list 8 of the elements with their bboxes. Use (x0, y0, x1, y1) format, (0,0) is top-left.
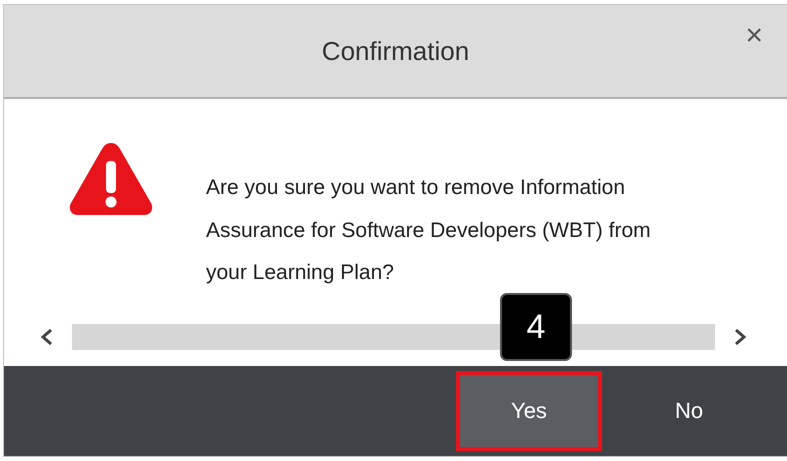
confirmation-message: Are you sure you want to remove Information Assurance for Software Developers (WBT) from your Learning Plan? (206, 175, 651, 286)
scroll-left-icon[interactable] (40, 328, 54, 346)
scroll-right-icon[interactable] (733, 328, 747, 346)
step-badge: 4 (500, 293, 572, 361)
dialog-title: Confirmation (322, 36, 470, 66)
close-button[interactable]: × (741, 19, 767, 53)
no-button[interactable]: No (619, 374, 759, 448)
yes-button[interactable]: Yes (459, 374, 599, 448)
